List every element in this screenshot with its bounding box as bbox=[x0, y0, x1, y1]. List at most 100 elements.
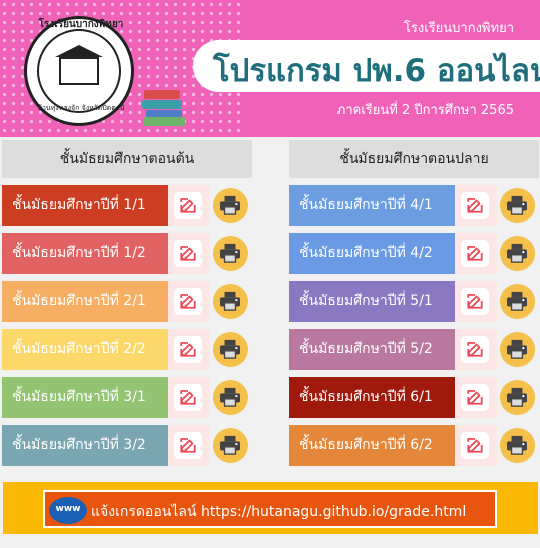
edit-button[interactable] bbox=[461, 192, 489, 219]
page-header: โรงเรียนบากงพิทยา บ้านทุ่งหลงจัก จังหวัด… bbox=[0, 0, 540, 137]
edit-cell bbox=[455, 329, 497, 370]
edit-icon bbox=[179, 340, 197, 362]
print-cell bbox=[210, 329, 252, 370]
class-label[interactable]: ชั้นมัธยมศึกษาปีที่ 2/1 bbox=[2, 281, 168, 322]
upper-secondary-section: ชั้นมัธยมศึกษาตอนปลาย ชั้นมัธยมศึกษาปีที… bbox=[289, 140, 539, 466]
print-cell bbox=[497, 185, 539, 226]
class-row: ชั้นมัธยมศึกษาปีที่ 4/1 bbox=[289, 185, 539, 226]
edit-cell bbox=[455, 377, 497, 418]
edit-button[interactable] bbox=[174, 336, 202, 363]
class-label[interactable]: ชั้นมัธยมศึกษาปีที่ 3/1 bbox=[2, 377, 168, 418]
class-row: ชั้นมัธยมศึกษาปีที่ 2/2 bbox=[2, 329, 252, 370]
edit-icon bbox=[466, 196, 484, 218]
logo-building bbox=[59, 57, 99, 85]
edit-button[interactable] bbox=[461, 288, 489, 315]
edit-button[interactable] bbox=[461, 240, 489, 267]
print-button[interactable] bbox=[500, 332, 535, 367]
class-label[interactable]: ชั้นมัธยมศึกษาปีที่ 4/1 bbox=[289, 185, 455, 226]
printer-icon bbox=[506, 195, 528, 219]
edit-icon bbox=[179, 244, 197, 266]
print-cell bbox=[210, 281, 252, 322]
print-button[interactable] bbox=[213, 236, 248, 271]
edit-button[interactable] bbox=[174, 192, 202, 219]
class-row: ชั้นมัธยมศึกษาปีที่ 2/1 bbox=[2, 281, 252, 322]
edit-icon bbox=[466, 388, 484, 410]
edit-icon bbox=[179, 436, 197, 458]
footer-bar: www แจ้งเกรดออนไลน์ https://hutanagu.git… bbox=[3, 482, 538, 534]
printer-icon bbox=[506, 387, 528, 411]
print-button[interactable] bbox=[213, 284, 248, 319]
print-cell bbox=[210, 233, 252, 274]
edit-icon bbox=[466, 244, 484, 266]
edit-button[interactable] bbox=[174, 432, 202, 459]
class-label[interactable]: ชั้นมัธยมศึกษาปีที่ 6/1 bbox=[289, 377, 455, 418]
edit-icon bbox=[179, 388, 197, 410]
print-button[interactable] bbox=[213, 428, 248, 463]
section-title: ชั้นมัธยมศึกษาตอนปลาย bbox=[289, 140, 539, 178]
print-button[interactable] bbox=[213, 332, 248, 367]
print-button[interactable] bbox=[500, 236, 535, 271]
print-button[interactable] bbox=[500, 380, 535, 415]
books-icon bbox=[142, 86, 186, 126]
globe-icon: www bbox=[49, 497, 87, 524]
school-name: โรงเรียนบากงพิทยา bbox=[403, 21, 514, 36]
printer-icon bbox=[506, 243, 528, 267]
class-row: ชั้นมัธยมศึกษาปีที่ 3/2 bbox=[2, 425, 252, 466]
www-label: www bbox=[55, 504, 81, 514]
logo-roof bbox=[55, 45, 103, 57]
printer-icon bbox=[219, 339, 241, 363]
lower-secondary-section: ชั้นมัธยมศึกษาตอนต้น ชั้นมัธยมศึกษาปีที่… bbox=[2, 140, 252, 466]
print-cell bbox=[210, 425, 252, 466]
section-title: ชั้นมัธยมศึกษาตอนต้น bbox=[2, 140, 252, 178]
class-row: ชั้นมัธยมศึกษาปีที่ 6/2 bbox=[289, 425, 539, 466]
print-button[interactable] bbox=[500, 284, 535, 319]
grade-link[interactable]: www แจ้งเกรดออนไลน์ https://hutanagu.git… bbox=[43, 490, 497, 528]
grade-link-text: แจ้งเกรดออนไลน์ https://hutanagu.github.… bbox=[91, 504, 467, 520]
edit-icon bbox=[179, 292, 197, 314]
edit-cell bbox=[168, 281, 210, 322]
class-row: ชั้นมัธยมศึกษาปีที่ 5/2 bbox=[289, 329, 539, 370]
edit-button[interactable] bbox=[174, 288, 202, 315]
print-cell bbox=[210, 377, 252, 418]
class-row: ชั้นมัธยมศึกษาปีที่ 1/1 bbox=[2, 185, 252, 226]
edit-button[interactable] bbox=[461, 432, 489, 459]
title-banner: โปรแกรม ปพ.6 ออนไลน์ bbox=[193, 40, 540, 92]
print-button[interactable] bbox=[213, 188, 248, 223]
class-label[interactable]: ชั้นมัธยมศึกษาปีที่ 5/1 bbox=[289, 281, 455, 322]
edit-button[interactable] bbox=[461, 336, 489, 363]
class-label[interactable]: ชั้นมัธยมศึกษาปีที่ 3/2 bbox=[2, 425, 168, 466]
edit-cell bbox=[168, 233, 210, 274]
edit-button[interactable] bbox=[461, 384, 489, 411]
edit-cell bbox=[168, 185, 210, 226]
page-title: โปรแกรม ปพ.6 ออนไลน์ bbox=[213, 53, 540, 89]
class-label[interactable]: ชั้นมัธยมศึกษาปีที่ 2/2 bbox=[2, 329, 168, 370]
edit-cell bbox=[455, 233, 497, 274]
class-row: ชั้นมัธยมศึกษาปีที่ 6/1 bbox=[289, 377, 539, 418]
edit-icon bbox=[179, 196, 197, 218]
edit-button[interactable] bbox=[174, 240, 202, 267]
class-row: ชั้นมัธยมศึกษาปีที่ 5/1 bbox=[289, 281, 539, 322]
print-cell bbox=[497, 281, 539, 322]
print-cell bbox=[497, 329, 539, 370]
printer-icon bbox=[506, 435, 528, 459]
printer-icon bbox=[219, 195, 241, 219]
class-row: ชั้นมัธยมศึกษาปีที่ 3/1 bbox=[2, 377, 252, 418]
edit-cell bbox=[455, 185, 497, 226]
class-label[interactable]: ชั้นมัธยมศึกษาปีที่ 5/2 bbox=[289, 329, 455, 370]
class-label[interactable]: ชั้นมัธยมศึกษาปีที่ 4/2 bbox=[289, 233, 455, 274]
class-label[interactable]: ชั้นมัธยมศึกษาปีที่ 6/2 bbox=[289, 425, 455, 466]
edit-button[interactable] bbox=[174, 384, 202, 411]
class-label[interactable]: ชั้นมัธยมศึกษาปีที่ 1/1 bbox=[2, 185, 168, 226]
class-row: ชั้นมัธยมศึกษาปีที่ 1/2 bbox=[2, 233, 252, 274]
print-button[interactable] bbox=[500, 428, 535, 463]
print-cell bbox=[497, 233, 539, 274]
print-cell bbox=[497, 377, 539, 418]
print-cell bbox=[497, 425, 539, 466]
class-label[interactable]: ชั้นมัธยมศึกษาปีที่ 1/2 bbox=[2, 233, 168, 274]
printer-icon bbox=[219, 243, 241, 267]
print-button[interactable] bbox=[213, 380, 248, 415]
printer-icon bbox=[219, 387, 241, 411]
print-button[interactable] bbox=[500, 188, 535, 223]
edit-icon bbox=[466, 340, 484, 362]
printer-icon bbox=[506, 291, 528, 315]
